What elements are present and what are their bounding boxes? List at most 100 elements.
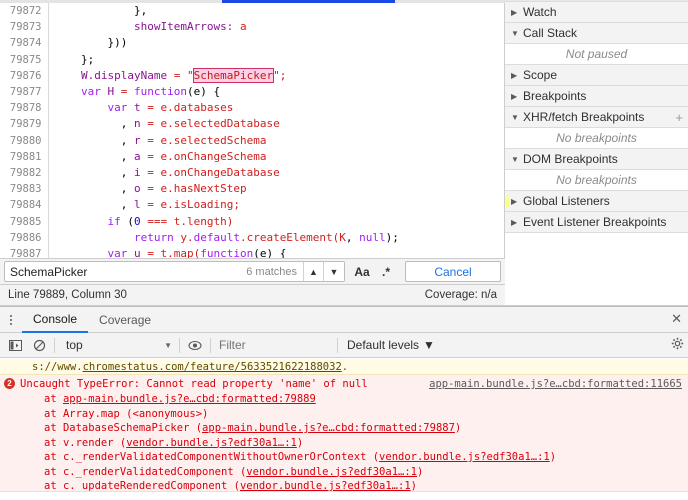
console-drawer[interactable]: Console Coverage ✕ top ▼ Def — [0, 306, 688, 500]
close-icon[interactable]: ✕ — [671, 311, 682, 327]
line-number[interactable]: 79876 — [0, 67, 49, 85]
search-nav-buttons[interactable]: ▲ ▼ — [303, 262, 344, 281]
line-number[interactable]: 79884 — [0, 197, 49, 214]
stack-frame-link[interactable]: vendor.bundle.js?edf30a1…:1 — [379, 451, 550, 463]
console-error-message[interactable]: 2 Uncaught TypeError: Cannot read proper… — [0, 375, 688, 500]
search-field-wrapper[interactable]: 6 matches ▲ ▼ — [4, 261, 345, 282]
error-source-link[interactable]: app-main.bundle.js?e…cbd:formatted:11665 — [429, 377, 682, 392]
code-text[interactable]: if (0 === t.length) — [48, 214, 504, 230]
search-cancel-button[interactable]: Cancel — [405, 261, 501, 282]
source-code-editor[interactable]: 79872 }, 79873 showItemArrows: a 79874 }))… — [0, 3, 505, 258]
code-line[interactable]: 79879 , n = e.selectedDatabase — [0, 116, 504, 133]
stack-frame[interactable]: at Array.map (<anonymous>) — [44, 407, 688, 422]
code-text[interactable]: W.displayName = "SchemaPicker"; — [48, 67, 504, 84]
code-text[interactable]: var H = function(e) { — [48, 84, 504, 100]
line-number[interactable]: 79878 — [0, 100, 49, 117]
sidebar-section-body: Not paused — [505, 44, 688, 65]
code-text[interactable]: })) — [48, 35, 504, 51]
stack-frame[interactable]: at app-main.bundle.js?e…cbd:formatted:79… — [44, 392, 688, 407]
more-options-icon[interactable] — [0, 314, 22, 325]
code-text[interactable]: , n = e.selectedDatabase — [48, 116, 504, 132]
sidebar-section-header[interactable]: ▶ Event Listener Breakpoints — [505, 212, 688, 233]
warning-link[interactable]: chromestatus.com/feature/563352162218803… — [83, 361, 342, 373]
code-line[interactable]: 79884 , l = e.isLoading; — [0, 197, 504, 214]
execution-context-selector[interactable]: top ▼ — [58, 335, 176, 355]
live-expression-eye-icon[interactable] — [183, 334, 207, 356]
log-levels-selector[interactable]: Default levels ▼ — [341, 338, 441, 352]
line-number[interactable]: 79877 — [0, 84, 49, 101]
code-line[interactable]: 79881 , a = e.onChangeSchema — [0, 148, 504, 166]
code-text[interactable]: var t = e.databases — [48, 100, 504, 116]
code-line[interactable]: 79882 , i = e.onChangeDatabase — [0, 165, 504, 182]
line-number[interactable]: 79882 — [0, 165, 49, 182]
code-line[interactable]: 79887 var u = t.map(function(e) { — [0, 246, 504, 258]
add-breakpoint-icon[interactable]: + — [675, 111, 683, 124]
stack-frame-link[interactable]: vendor.bundle.js?edf30a1…:1 — [246, 466, 417, 478]
stack-frame-link[interactable]: vendor.bundle.js?edf30a1…:1 — [126, 437, 297, 449]
code-line[interactable]: 79873 showItemArrows: a — [0, 19, 504, 36]
sidebar-section-header[interactable]: ▶ Watch — [505, 2, 688, 23]
sidebar-section-header[interactable]: ▼ XHR/fetch Breakpoints + — [505, 107, 688, 128]
line-number[interactable]: 79875 — [0, 51, 49, 68]
code-line[interactable]: 79875 }; — [0, 51, 504, 68]
code-line[interactable]: 79877 var H = function(e) { — [0, 84, 504, 101]
sidebar-section-header[interactable]: ▼ DOM Breakpoints — [505, 149, 688, 170]
code-text[interactable]: var u = t.map(function(e) { — [48, 246, 504, 258]
line-number[interactable]: 79879 — [0, 116, 49, 133]
editor-search-bar[interactable]: 6 matches ▲ ▼ Aa .* Cancel — [0, 258, 505, 285]
line-number[interactable]: 79886 — [0, 229, 49, 247]
code-line[interactable]: 79872 }, — [0, 3, 504, 20]
stack-frame[interactable]: at c._renderValidatedComponentWithoutOwn… — [44, 450, 688, 465]
stack-frame-link[interactable]: app-main.bundle.js?e…cbd:formatted:79887 — [202, 422, 455, 434]
tab-coverage[interactable]: Coverage — [88, 307, 162, 333]
sidebar-section-header[interactable]: ▼ Call Stack — [505, 23, 688, 44]
stack-frame-link[interactable]: app-main.bundle.js?e…cbd:formatted:79889 — [63, 393, 316, 405]
code-line[interactable]: 79883 , o = e.hasNextStep — [0, 181, 504, 198]
code-text[interactable]: }; — [48, 52, 504, 68]
code-text[interactable]: , i = e.onChangeDatabase — [48, 165, 504, 181]
debugger-sidebar[interactable]: ▶ Watch ▼ Call Stack Not paused ▶ Scope ▶ Breakp… — [505, 0, 688, 306]
search-input[interactable] — [5, 262, 247, 281]
code-text[interactable]: , o = e.hasNextStep — [48, 181, 504, 197]
clear-console-icon[interactable] — [27, 334, 51, 356]
code-text[interactable]: , a = e.onChangeSchema — [48, 149, 504, 165]
line-number[interactable]: 79880 — [0, 132, 49, 149]
code-line[interactable]: 79878 var t = e.databases — [0, 100, 504, 117]
gear-icon[interactable] — [671, 337, 684, 353]
code-text[interactable]: , r = e.selectedSchema — [48, 133, 504, 149]
line-number[interactable]: 79874 — [0, 35, 49, 52]
console-filter-input[interactable] — [214, 335, 334, 355]
code-text[interactable]: return y.default.createElement(K, null); — [48, 230, 504, 246]
line-number[interactable]: 79887 — [0, 246, 49, 258]
drawer-tab-bar[interactable]: Console Coverage ✕ — [0, 307, 688, 333]
code-line[interactable]: 79880 , r = e.selectedSchema — [0, 132, 504, 149]
stack-frame[interactable]: at DatabaseSchemaPicker (app-main.bundle… — [44, 421, 688, 436]
code-line[interactable]: 79874 })) — [0, 35, 504, 52]
line-number[interactable]: 79872 — [0, 3, 49, 20]
stack-frame[interactable]: at v.render (vendor.bundle.js?edf30a1…:1… — [44, 436, 688, 451]
line-number[interactable]: 79885 — [0, 213, 49, 230]
sidebar-section-header[interactable]: ▶ Scope — [505, 65, 688, 86]
code-text[interactable]: showItemArrows: a — [48, 19, 504, 35]
console-warning-message[interactable]: s://www.chromestatus.com/feature/5633521… — [0, 359, 688, 375]
search-prev-button[interactable]: ▲ — [304, 262, 324, 281]
sidebar-section-header[interactable]: ▶ Breakpoints — [505, 86, 688, 107]
regex-toggle[interactable]: .* — [375, 262, 397, 282]
code-text[interactable]: , l = e.isLoading; — [48, 197, 504, 213]
match-case-toggle[interactable]: Aa — [351, 262, 373, 282]
line-number[interactable]: 79881 — [0, 148, 49, 166]
search-next-button[interactable]: ▼ — [324, 262, 344, 281]
console-sidebar-toggle-icon[interactable] — [3, 334, 27, 356]
tab-console[interactable]: Console — [22, 307, 89, 333]
sidebar-section-header[interactable]: ▶ Global Listeners — [505, 191, 688, 212]
code-line[interactable]: 79886 return y.default.createElement(K, … — [0, 229, 504, 247]
line-number[interactable]: 79873 — [0, 19, 49, 36]
code-token: = — [147, 198, 161, 212]
console-toolbar[interactable]: top ▼ Default levels ▼ — [0, 333, 688, 358]
code-line[interactable]: 79876 W.displayName = "SchemaPicker"; — [0, 67, 504, 85]
code-line[interactable]: 79885 if (0 === t.length) — [0, 213, 504, 230]
console-messages[interactable]: s://www.chromestatus.com/feature/5633521… — [0, 359, 688, 500]
code-text[interactable]: }, — [48, 3, 504, 19]
line-number[interactable]: 79883 — [0, 181, 49, 198]
stack-frame[interactable]: at c._renderValidatedComponent (vendor.b… — [44, 465, 688, 480]
